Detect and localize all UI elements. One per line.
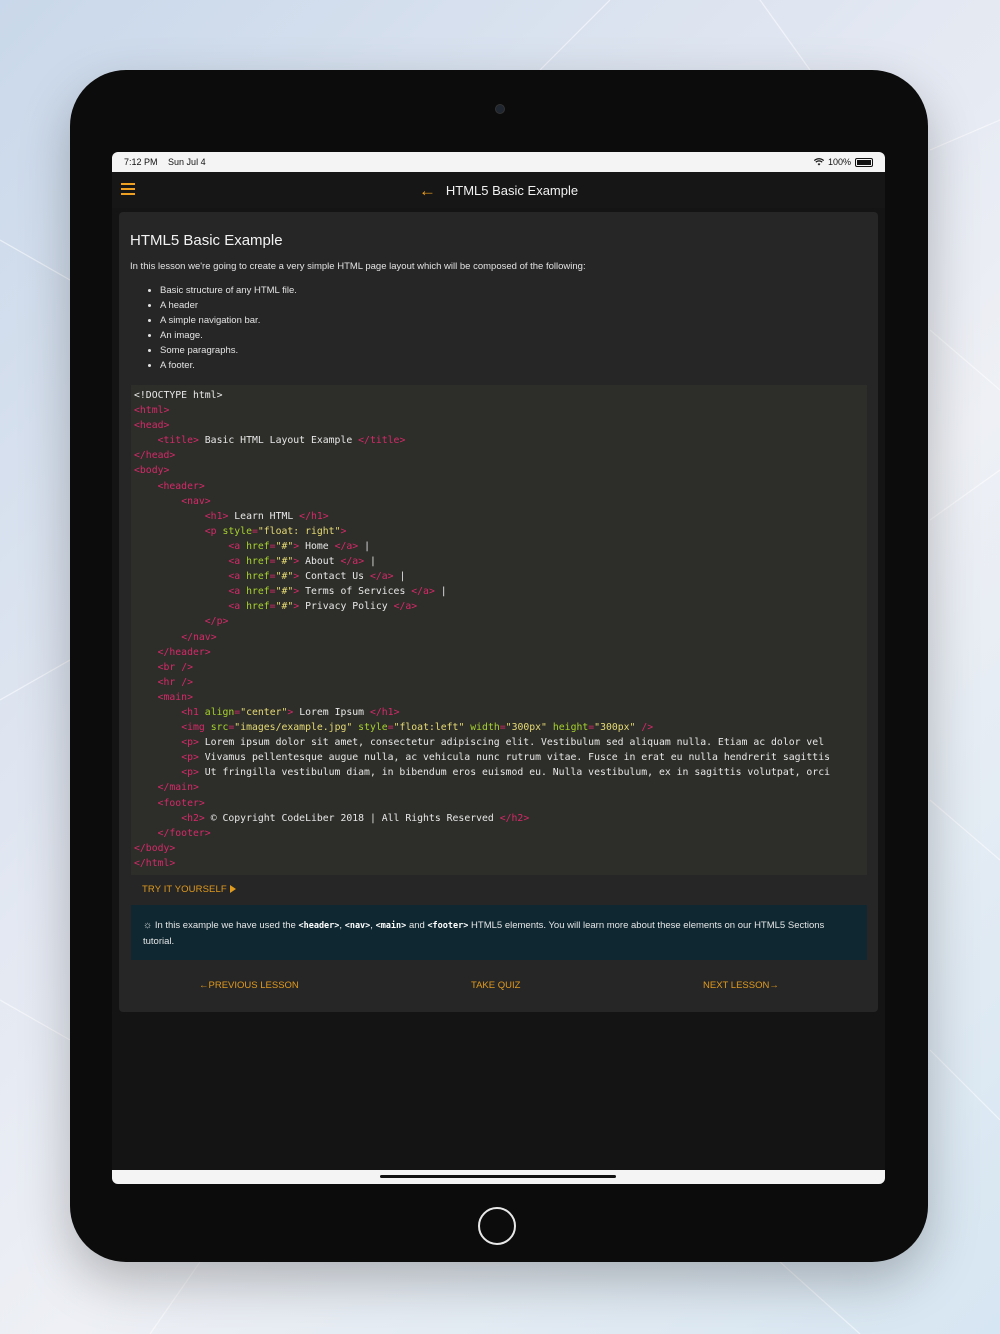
battery-percent: 100% bbox=[827, 157, 851, 167]
code-line: <img src="images/example.jpg" style="flo… bbox=[181, 722, 654, 734]
take-quiz-button[interactable]: TAKE QUIZ bbox=[471, 980, 520, 991]
code-line: <hr /> bbox=[157, 676, 193, 688]
code-line: </header> bbox=[157, 646, 211, 658]
arrow-left-icon[interactable]: ← bbox=[419, 182, 436, 199]
code-line: <footer> bbox=[157, 797, 205, 809]
list-item: A header bbox=[160, 298, 297, 313]
camera bbox=[495, 104, 505, 114]
code-line: <h1 align="center"> Lorem Ipsum </h1> bbox=[181, 706, 400, 718]
home-button[interactable] bbox=[478, 1207, 516, 1245]
list-item: An image. bbox=[160, 328, 297, 343]
list-item: A footer. bbox=[160, 358, 297, 373]
previous-lesson-button[interactable]: ←PREVIOUS LESSON bbox=[199, 980, 299, 991]
note-separator: , bbox=[370, 920, 373, 931]
code-line: <main> bbox=[157, 691, 193, 703]
list-item: Some paragraphs. bbox=[160, 343, 297, 358]
note-separator: and bbox=[408, 920, 425, 931]
code-line: <a href="#"> About </a> | bbox=[228, 556, 376, 568]
note-tag-main: <main> bbox=[375, 921, 407, 931]
battery-icon bbox=[855, 157, 873, 167]
status-date: Sun Jul 4 bbox=[168, 157, 206, 167]
code-line: <p> Lorem ipsum dolor sit amet, consecte… bbox=[181, 737, 825, 749]
code-line: </nav> bbox=[181, 631, 217, 643]
lesson-card: HTML5 Basic Example In this lesson we're… bbox=[119, 212, 878, 1012]
nav-title: HTML5 Basic Example bbox=[445, 182, 579, 198]
note-tag-footer: <footer> bbox=[427, 921, 469, 931]
code-line: <html> bbox=[134, 405, 170, 417]
wifi-icon bbox=[813, 158, 824, 166]
info-note: ☼ In this example we have used the <head… bbox=[131, 905, 867, 960]
status-time: 7:12 PM bbox=[124, 157, 158, 167]
note-prefix: In this example we have used the bbox=[154, 920, 296, 931]
code-line: <a href="#"> Home </a> | bbox=[228, 540, 370, 552]
next-lesson-button[interactable]: NEXT LESSON→ bbox=[703, 980, 779, 991]
code-line: </p> bbox=[204, 616, 229, 628]
code-line: <body> bbox=[134, 465, 170, 477]
code-line: <a href="#"> Terms of Services </a> | bbox=[228, 586, 447, 598]
code-line: <h1> Learn HTML </h1> bbox=[204, 510, 329, 522]
list-item: Basic structure of any HTML file. bbox=[160, 283, 297, 298]
play-icon bbox=[229, 885, 236, 894]
home-indicator[interactable] bbox=[380, 1175, 616, 1178]
code-line: </main> bbox=[157, 782, 199, 794]
try-it-yourself-link[interactable]: TRY IT YOURSELF bbox=[142, 884, 236, 895]
note-tag-header: <header> bbox=[298, 921, 340, 931]
code-example: <!DOCTYPE html> <html> <head> <title> Basi… bbox=[131, 385, 867, 875]
code-line: <a href="#"> Contact Us </a> | bbox=[228, 571, 406, 583]
lesson-heading: HTML5 Basic Example bbox=[130, 232, 283, 249]
code-line: </footer> bbox=[157, 827, 211, 839]
code-line: <a href="#"> Privacy Policy </a> bbox=[228, 601, 418, 613]
lightbulb-icon: ☼ bbox=[143, 920, 153, 931]
top-nav-bar: ← HTML5 Basic Example bbox=[112, 172, 885, 208]
code-line: <br /> bbox=[157, 661, 193, 673]
code-line: <h2> © Copyright CodeLiber 2018 | All Ri… bbox=[181, 812, 530, 824]
app-screen: 7:12 PM Sun Jul 4 100% ← HTML5 Basic Exa… bbox=[112, 152, 885, 1184]
try-it-label: TRY IT YOURSELF bbox=[142, 884, 227, 895]
code-line: <head> bbox=[134, 420, 170, 432]
lesson-bullet-list: Basic structure of any HTML file. A head… bbox=[148, 283, 297, 373]
code-line: <title> Basic HTML Layout Example </titl… bbox=[157, 435, 406, 447]
code-line: <p> Ut fringilla vestibulum diam, in bib… bbox=[181, 767, 831, 779]
code-line: <nav> bbox=[181, 495, 211, 507]
code-line: </html> bbox=[134, 857, 176, 869]
code-line: <p style="float: right"> bbox=[204, 525, 347, 537]
list-item: A simple navigation bar. bbox=[160, 313, 297, 328]
code-line: <!DOCTYPE html> bbox=[134, 390, 223, 401]
code-line: <header> bbox=[157, 480, 205, 492]
code-line: <p> Vivamus pellentesque augue nulla, ac… bbox=[181, 752, 831, 764]
hamburger-icon[interactable] bbox=[121, 183, 135, 195]
status-bar: 7:12 PM Sun Jul 4 100% bbox=[112, 152, 885, 172]
code-line: </body> bbox=[134, 842, 176, 854]
note-separator: , bbox=[339, 920, 343, 931]
code-line: </head> bbox=[134, 450, 176, 462]
note-tag-nav: <nav> bbox=[344, 921, 371, 931]
lesson-intro: In this lesson we're going to create a v… bbox=[130, 261, 586, 272]
